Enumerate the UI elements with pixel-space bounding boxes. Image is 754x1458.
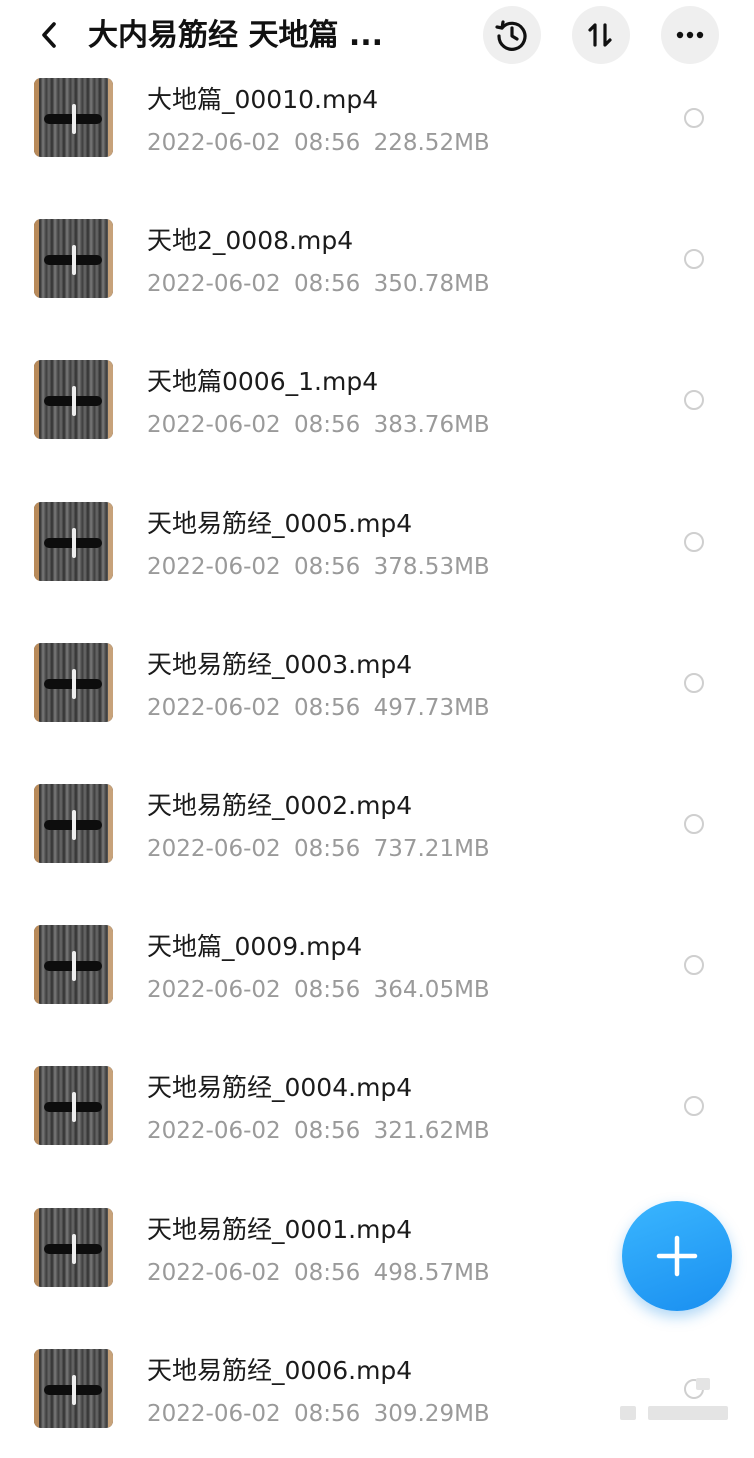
more-dots-icon <box>676 31 704 39</box>
file-meta: 2022-06-02 08:56 364.05MB <box>147 975 490 1005</box>
file-date: 2022-06-02 <box>147 271 281 298</box>
file-time: 08:56 <box>293 1400 361 1427</box>
file-date: 2022-06-02 <box>147 1400 281 1427</box>
select-radio[interactable] <box>684 672 704 693</box>
video-thumbnail <box>34 219 113 299</box>
video-thumbnail <box>34 1207 113 1287</box>
plus-icon <box>656 1235 698 1277</box>
file-row[interactable]: 天地篇0006_1.mp4 2022-06-02 08:56 383.76MB <box>0 328 754 469</box>
sort-button[interactable] <box>572 6 630 64</box>
file-size: 497.73MB <box>373 694 490 721</box>
select-radio[interactable] <box>684 531 704 552</box>
file-time: 08:56 <box>293 1259 361 1286</box>
select-radio[interactable] <box>684 1096 704 1117</box>
add-button[interactable] <box>622 1201 732 1311</box>
file-date: 2022-06-02 <box>147 977 281 1004</box>
file-size: 364.05MB <box>373 977 490 1004</box>
sort-icon <box>588 23 612 47</box>
file-time: 08:56 <box>293 694 361 721</box>
file-name: 天地篇0006_1.mp4 <box>147 367 379 397</box>
file-row[interactable]: 天地易筋经_0002.mp4 2022-06-02 08:56 737.21MB <box>0 752 754 893</box>
video-thumbnail <box>34 501 113 581</box>
file-date: 2022-06-02 <box>147 1118 281 1145</box>
file-size: 321.62MB <box>373 1118 490 1145</box>
watermark <box>620 1406 636 1420</box>
file-size: 498.57MB <box>373 1259 490 1286</box>
file-time: 08:56 <box>293 412 361 439</box>
select-radio[interactable] <box>684 249 704 270</box>
file-row[interactable]: 天地2_0008.mp4 2022-06-02 08:56 350.78MB <box>0 187 754 328</box>
file-meta: 2022-06-02 08:56 383.76MB <box>147 410 490 440</box>
video-thumbnail <box>34 925 113 1005</box>
file-row[interactable]: 天地易筋经_0006.mp4 2022-06-02 08:56 309.29MB <box>0 1317 754 1458</box>
file-date: 2022-06-02 <box>147 694 281 721</box>
file-time: 08:56 <box>293 977 361 1004</box>
file-time: 08:56 <box>293 836 361 862</box>
select-radio[interactable] <box>684 814 704 834</box>
file-meta: 2022-06-02 08:56 737.21MB <box>147 834 490 864</box>
file-meta: 2022-06-02 08:56 309.29MB <box>147 1399 490 1429</box>
file-name: 天地篇_0009.mp4 <box>147 932 363 962</box>
file-date: 2022-06-02 <box>147 1259 281 1286</box>
file-meta: 2022-06-02 08:56 378.53MB <box>147 552 490 582</box>
file-name: 大地篇_00010.mp4 <box>147 85 379 114</box>
file-row[interactable]: 天地易筋经_0005.mp4 2022-06-02 08:56 378.53MB <box>0 470 754 611</box>
file-size: 737.21MB <box>373 836 490 862</box>
back-button[interactable] <box>32 18 66 52</box>
file-time: 08:56 <box>293 271 361 298</box>
file-meta: 2022-06-02 08:56 498.57MB <box>147 1258 490 1288</box>
file-row[interactable]: 天地易筋经_0003.mp4 2022-06-02 08:56 497.73MB <box>0 611 754 752</box>
file-name: 天地易筋经_0001.mp4 <box>147 1214 413 1244</box>
file-date: 2022-06-02 <box>147 412 281 439</box>
history-clock-icon <box>495 20 527 51</box>
video-thumbnail <box>34 78 113 157</box>
video-thumbnail <box>34 784 113 863</box>
file-name: 天地2_0008.mp4 <box>147 226 354 256</box>
file-size: 228.52MB <box>373 130 490 156</box>
file-size: 350.78MB <box>373 271 490 298</box>
watermark <box>648 1406 728 1420</box>
file-row[interactable]: 天地易筋经_0004.mp4 2022-06-02 08:56 321.62MB <box>0 1034 754 1175</box>
video-thumbnail <box>34 360 113 440</box>
select-radio[interactable] <box>684 108 704 128</box>
file-name: 天地易筋经_0005.mp4 <box>147 508 413 538</box>
file-date: 2022-06-02 <box>147 553 281 580</box>
file-size: 378.53MB <box>373 553 490 580</box>
more-button[interactable] <box>661 6 719 64</box>
top-bar: 大内易筋经 天地篇 ... <box>0 0 754 72</box>
file-meta: 2022-06-02 08:56 228.52MB <box>147 128 490 158</box>
file-time: 08:56 <box>293 553 361 580</box>
page-title: 大内易筋经 天地篇 ... <box>88 18 384 53</box>
video-thumbnail <box>34 642 113 722</box>
select-radio[interactable] <box>684 390 704 411</box>
file-date: 2022-06-02 <box>147 836 281 862</box>
file-name: 天地易筋经_0003.mp4 <box>147 649 413 679</box>
file-time: 08:56 <box>293 130 361 156</box>
file-size: 309.29MB <box>373 1400 490 1427</box>
file-name: 天地易筋经_0006.mp4 <box>147 1355 413 1385</box>
watermark <box>696 1378 710 1390</box>
select-radio[interactable] <box>684 955 704 976</box>
file-size: 383.76MB <box>373 412 490 439</box>
file-name: 天地易筋经_0002.mp4 <box>147 791 413 820</box>
file-time: 08:56 <box>293 1118 361 1145</box>
file-date: 2022-06-02 <box>147 130 281 156</box>
chevron-left-icon <box>42 22 56 48</box>
file-name: 天地易筋经_0004.mp4 <box>147 1073 413 1103</box>
file-meta: 2022-06-02 08:56 350.78MB <box>147 269 490 299</box>
video-thumbnail <box>34 1066 113 1146</box>
video-thumbnail <box>34 1348 113 1428</box>
file-meta: 2022-06-02 08:56 321.62MB <box>147 1116 490 1146</box>
file-row[interactable]: 天地篇_0009.mp4 2022-06-02 08:56 364.05MB <box>0 893 754 1034</box>
file-meta: 2022-06-02 08:56 497.73MB <box>147 693 490 723</box>
history-button[interactable] <box>483 6 541 64</box>
